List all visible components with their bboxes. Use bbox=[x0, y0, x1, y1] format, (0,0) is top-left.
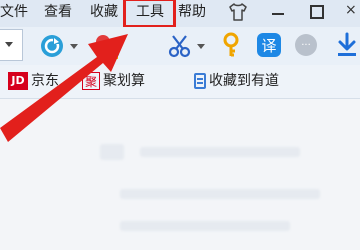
download-icon[interactable] bbox=[336, 32, 358, 62]
translate-icon[interactable]: 译 bbox=[256, 32, 282, 62]
blurred-content bbox=[140, 147, 300, 157]
blurred-content bbox=[120, 221, 290, 231]
snapshot-icon[interactable] bbox=[92, 33, 122, 65]
svg-text:···: ··· bbox=[301, 40, 311, 51]
close-icon[interactable]: × bbox=[345, 2, 357, 23]
minimize-icon[interactable] bbox=[272, 2, 284, 23]
document-icon bbox=[194, 73, 206, 89]
page-content bbox=[0, 99, 360, 250]
bookmark-label: 聚划算 bbox=[103, 73, 145, 89]
chevron-down-icon[interactable] bbox=[70, 44, 78, 49]
svg-text:译: 译 bbox=[261, 37, 276, 55]
bookmark-youdao[interactable]: 收藏到有道 bbox=[194, 71, 279, 91]
toolbar: 译 ··· bbox=[0, 27, 360, 65]
menu-view[interactable]: 查看 bbox=[44, 2, 72, 23]
menu-help[interactable]: 帮助 bbox=[178, 2, 206, 23]
chevron-down-icon[interactable] bbox=[197, 44, 205, 49]
blurred-content bbox=[100, 144, 124, 160]
bookmark-jd[interactable]: JD 京东 bbox=[8, 71, 59, 91]
menu-file[interactable]: 文件 bbox=[0, 2, 28, 23]
jd-logo-icon: JD bbox=[8, 72, 28, 90]
address-dropdown[interactable] bbox=[0, 29, 23, 61]
bookmark-label: 收藏到有道 bbox=[209, 73, 279, 89]
bookmark-label: 京东 bbox=[31, 73, 59, 89]
maximize-icon[interactable] bbox=[310, 5, 324, 19]
bookmark-juhuasuan[interactable]: 聚聚划算 bbox=[82, 71, 145, 91]
juhuasuan-logo-icon: 聚 bbox=[82, 72, 100, 90]
menu-bar: 文件 查看 收藏 工具 帮助 × bbox=[0, 0, 360, 27]
scissors-icon[interactable] bbox=[168, 34, 192, 62]
back-forward-icon[interactable] bbox=[40, 33, 66, 63]
bookmarks-bar: JD 京东 聚聚划算 收藏到有道 bbox=[0, 65, 360, 99]
key-icon[interactable] bbox=[220, 32, 242, 62]
blurred-content bbox=[120, 189, 320, 199]
menu-favorites[interactable]: 收藏 bbox=[90, 2, 118, 23]
skin-shirt-icon[interactable] bbox=[228, 3, 248, 25]
menu-tools[interactable]: 工具 bbox=[136, 2, 164, 23]
more-icon[interactable]: ··· bbox=[294, 33, 318, 61]
